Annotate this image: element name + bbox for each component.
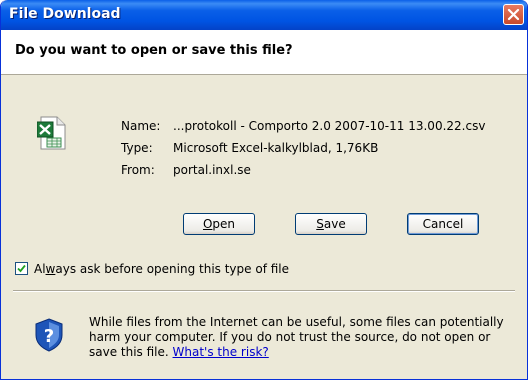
file-from-row: From: portal.inxl.se <box>121 163 251 177</box>
open-rest: pen <box>212 217 236 231</box>
window-title: File Download <box>9 6 121 22</box>
from-value: portal.inxl.se <box>173 163 251 177</box>
close-button[interactable] <box>503 4 524 25</box>
label-accel: w <box>45 262 56 276</box>
header-band: Do you want to open or save this file? <box>1 30 527 75</box>
title-bar[interactable]: File Download <box>1 0 527 30</box>
cancel-label: Cancel <box>422 217 464 231</box>
excel-csv-file-icon <box>37 116 66 150</box>
divider <box>13 290 515 292</box>
from-label: From: <box>121 163 155 177</box>
svg-text:?: ? <box>44 326 54 347</box>
file-type-row: Type: Microsoft Excel-kalkylblad, 1,76KB <box>121 141 378 155</box>
file-download-dialog: File Download Do you want to open or sav… <box>0 0 528 380</box>
type-value: Microsoft Excel-kalkylblad, 1,76KB <box>173 141 379 155</box>
security-shield-icon: ? <box>35 318 63 352</box>
whats-the-risk-link[interactable]: What's the risk? <box>173 345 269 359</box>
name-label: Name: <box>121 119 161 133</box>
label-part: Al <box>34 262 46 276</box>
open-button[interactable]: Open <box>183 213 255 235</box>
save-rest: ave <box>323 217 346 231</box>
dialog-question: Do you want to open or save this file? <box>15 43 293 58</box>
save-accel: S <box>316 217 324 231</box>
always-ask-label[interactable]: Always ask before opening this type of f… <box>34 262 289 276</box>
file-name-row: Name: ...protokoll - Comporto 2.0 2007-10… <box>121 119 485 133</box>
checkmark-icon <box>17 264 26 273</box>
security-warning: While files from the Internet can be use… <box>89 315 515 360</box>
type-label: Type: <box>121 141 153 155</box>
close-icon <box>507 8 520 21</box>
label-part: ays ask before opening this type of file <box>55 262 290 276</box>
cancel-button[interactable]: Cancel <box>407 213 479 235</box>
open-accel: O <box>202 217 213 231</box>
save-button[interactable]: Save <box>295 213 367 235</box>
warning-text: While files from the Internet can be use… <box>89 315 504 359</box>
dialog-body: Do you want to open or save this file? N… <box>1 30 527 379</box>
name-value: ...protokoll - Comporto 2.0 2007-10-11 1… <box>173 119 486 133</box>
always-ask-checkbox[interactable] <box>15 262 28 275</box>
